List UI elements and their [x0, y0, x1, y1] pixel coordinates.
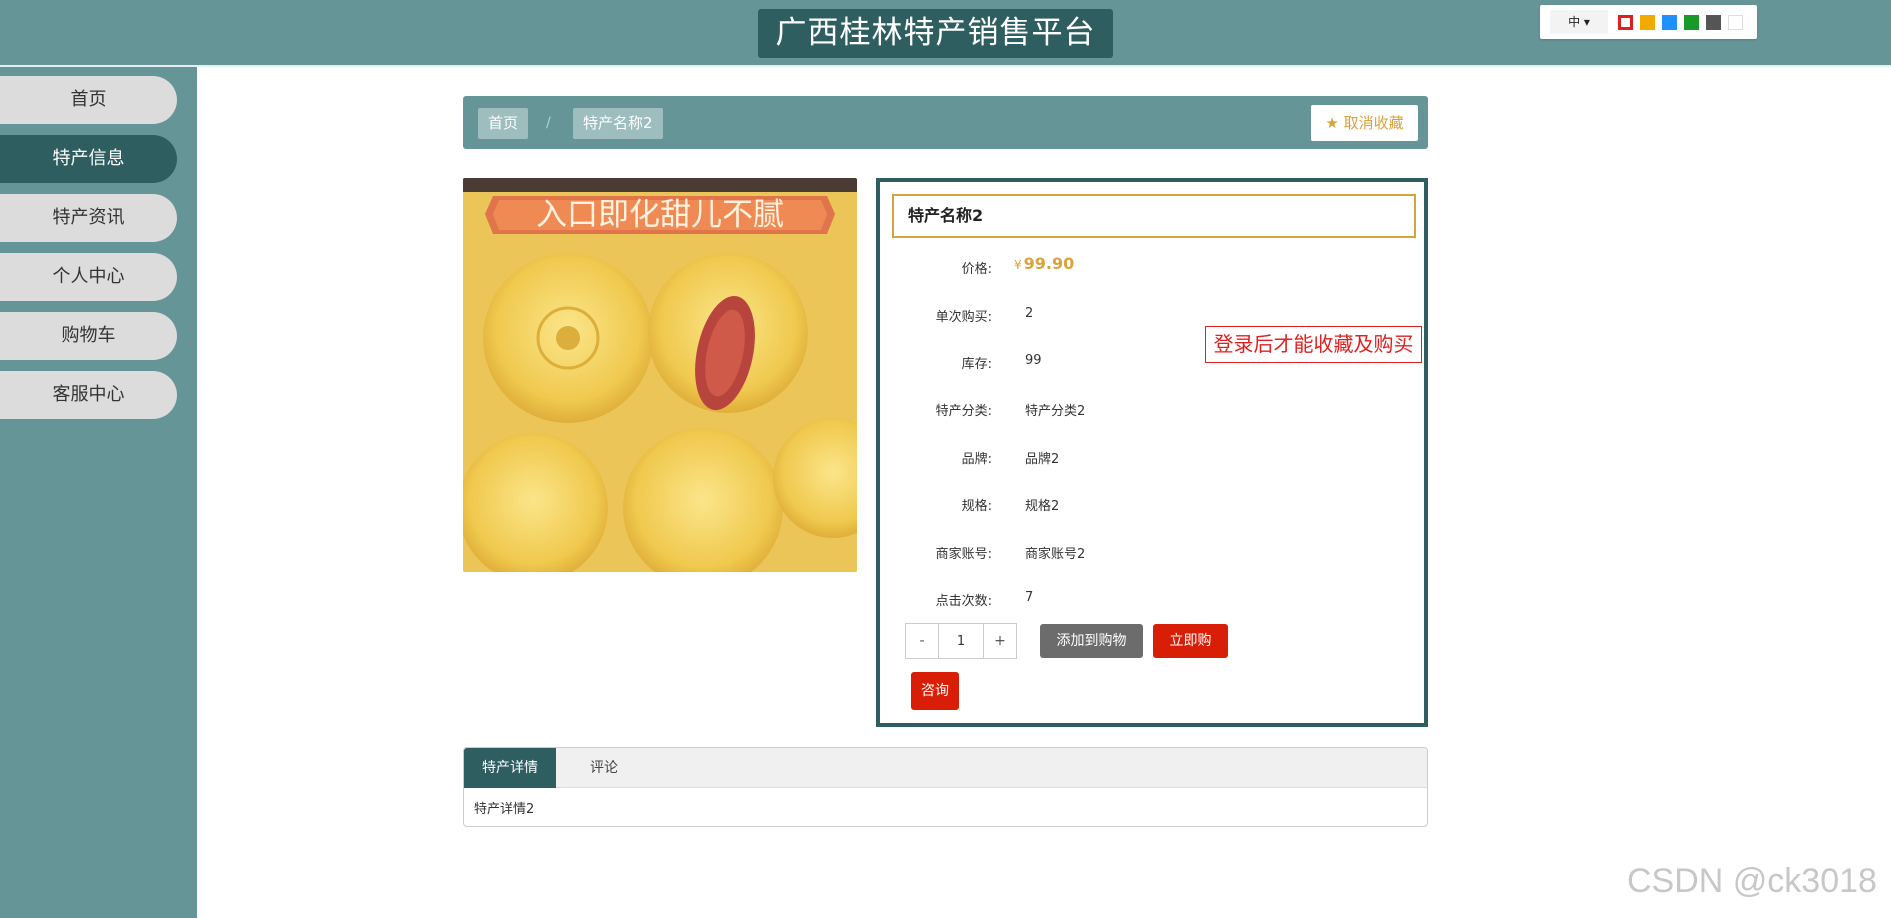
- quantity-minus-button[interactable]: -: [906, 624, 938, 658]
- sidebar-item-service[interactable]: 客服中心: [0, 371, 177, 419]
- tab-comments[interactable]: 评论: [556, 748, 652, 788]
- row-label-per-purchase: 单次购买:: [935, 310, 992, 325]
- theme-swatch-dark[interactable]: [1706, 14, 1721, 30]
- theme-swatch-white[interactable]: [1728, 14, 1743, 30]
- row-label-stock: 库存:: [961, 357, 992, 372]
- tab-details[interactable]: 特产详情: [464, 748, 556, 788]
- quantity-stepper: - +: [905, 623, 1017, 659]
- sidebar: 首页 特产信息 特产资讯 个人中心 购物车 客服中心: [0, 67, 197, 918]
- language-select[interactable]: 中 ▾: [1550, 10, 1608, 34]
- row-label-spec: 规格:: [961, 499, 992, 514]
- product-image-banner: 入口即化甜儿不腻: [536, 197, 784, 233]
- star-icon: ★: [1325, 114, 1339, 132]
- sidebar-item-news[interactable]: 特产资讯: [0, 194, 177, 242]
- quantity-input[interactable]: [938, 624, 984, 658]
- product-name: 特产名称2: [892, 194, 1416, 238]
- row-value-spec: 规格2: [1025, 499, 1060, 514]
- site-title: 广西桂林特产销售平台: [758, 9, 1113, 58]
- theme-switcher: 中 ▾: [1540, 5, 1757, 39]
- sidebar-item-profile[interactable]: 个人中心: [0, 253, 177, 301]
- row-value-brand: 品牌2: [1025, 452, 1060, 467]
- row-value-category: 特产分类2: [1025, 404, 1086, 419]
- row-label-clicks: 点击次数:: [935, 594, 992, 609]
- theme-swatch-red[interactable]: [1618, 14, 1633, 30]
- tab-content: 特产详情2: [474, 802, 535, 817]
- price-label: 价格:: [961, 262, 992, 277]
- breadcrumb: 首页 / 特产名称2 ★ 取消收藏: [463, 96, 1428, 149]
- top-header: 广西桂林特产销售平台 中 ▾: [0, 0, 1891, 67]
- row-value-per-purchase: 2: [1025, 306, 1034, 321]
- consult-button[interactable]: 咨询: [911, 672, 959, 710]
- price-value: ¥99.90: [1014, 254, 1074, 273]
- sidebar-item-products[interactable]: 特产信息: [0, 135, 177, 183]
- detail-tabs: 特产详情 评论 特产详情2: [463, 747, 1428, 827]
- currency-symbol: ¥: [1014, 258, 1022, 272]
- login-required-tip: 登录后才能收藏及购买: [1205, 326, 1422, 363]
- row-label-merchant: 商家账号:: [935, 547, 992, 562]
- buy-now-button[interactable]: 立即购买: [1153, 624, 1228, 683]
- product-detail-panel: 特产名称2 价格: ¥99.90 单次购买: 2 库存: 99 特产分类: 特产…: [876, 178, 1428, 727]
- theme-swatch-green[interactable]: [1684, 14, 1699, 30]
- breadcrumb-home[interactable]: 首页: [478, 108, 529, 139]
- row-label-brand: 品牌:: [961, 452, 992, 467]
- theme-swatch-orange[interactable]: [1640, 14, 1655, 30]
- tabs-header: 特产详情 评论: [464, 748, 1427, 788]
- row-label-category: 特产分类:: [935, 404, 992, 419]
- row-value-clicks: 7: [1025, 590, 1034, 605]
- breadcrumb-current: 特产名称2: [573, 108, 663, 139]
- add-to-cart-button[interactable]: 添加到购物车: [1040, 624, 1143, 683]
- page: 广西桂林特产销售平台 中 ▾ 首页 特产信息 特产资讯 个人中心 购物车 客服中…: [0, 0, 1891, 918]
- sidebar-item-cart[interactable]: 购物车: [0, 312, 177, 360]
- unfavorite-button[interactable]: ★ 取消收藏: [1311, 105, 1418, 141]
- sidebar-item-home[interactable]: 首页: [0, 76, 177, 124]
- theme-swatch-blue[interactable]: [1662, 14, 1677, 30]
- row-value-stock: 99: [1025, 353, 1042, 368]
- unfavorite-label: 取消收藏: [1343, 114, 1404, 132]
- price-amount: 99.90: [1023, 254, 1075, 273]
- quantity-plus-button[interactable]: +: [984, 624, 1016, 658]
- breadcrumb-separator: /: [546, 115, 551, 131]
- watermark: CSDN @ck3018: [1627, 862, 1877, 900]
- row-value-merchant: 商家账号2: [1025, 547, 1086, 562]
- product-image: 入口即化甜儿不腻: [463, 178, 857, 572]
